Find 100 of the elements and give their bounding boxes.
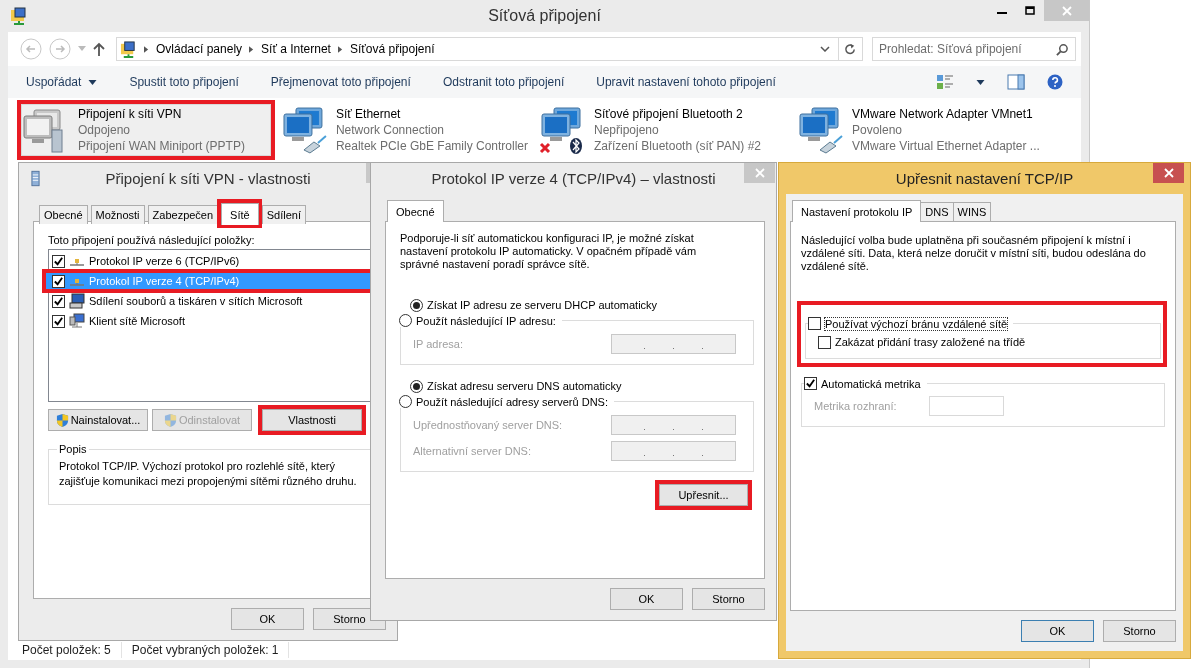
ip-address-field[interactable] xyxy=(611,415,736,435)
dialog-title: Upřesnit nastavení TCP/IP xyxy=(894,170,1075,187)
maximize-icon xyxy=(1025,5,1035,16)
up-arrow-icon[interactable] xyxy=(93,42,105,56)
close-icon xyxy=(1061,5,1072,16)
connection-status: Povoleno xyxy=(852,122,904,138)
close-button[interactable] xyxy=(1153,163,1184,183)
dialog-button[interactable]: OK xyxy=(231,608,304,630)
chevron-icon[interactable] xyxy=(144,45,149,53)
close-icon xyxy=(754,168,765,178)
checkbox[interactable] xyxy=(52,294,65,308)
tab[interactable]: WINS xyxy=(952,202,992,221)
device-name: Připojení WAN Miniport (PPTP) xyxy=(78,138,245,154)
list-item[interactable]: Protokol IP verze 6 (TCP/IPv6) xyxy=(46,253,371,269)
preview-pane-icon[interactable] xyxy=(1007,74,1025,90)
tab[interactable]: Sítě xyxy=(221,203,259,225)
network-folder-icon xyxy=(10,7,28,25)
connection-item[interactable]: Připojení k síti VPN Odpojeno Připojení WAN Miniport (PPTP) xyxy=(21,104,271,156)
toolbar-button[interactable]: Uspořádat xyxy=(18,71,106,93)
checkbox[interactable] xyxy=(52,274,65,288)
advanced-button[interactable]: Upřesnit... xyxy=(659,484,748,506)
connection-item[interactable]: Síť Ethernet Network Connection Realtek PCIe GbE Family Controller xyxy=(279,104,529,156)
tab[interactable]: Nastavení protokolu IP xyxy=(792,200,922,222)
intro-text: Podporuje-li síť automatickou konfiguraci IP, je možné získat nastavení protokolu IP automaticky. V opačném případě vám správné nastavení poradí správce sítě. xyxy=(400,232,698,271)
caret-icon xyxy=(88,79,98,85)
chevron-down-icon[interactable] xyxy=(820,46,830,52)
connection-name: Připojení k síti VPN xyxy=(78,106,183,122)
toolbar-button[interactable]: Přejmenovat toto připojení xyxy=(262,71,419,93)
connection-name: Síťové připojení Bluetooth 2 xyxy=(594,106,744,122)
connection-status: Odpojeno xyxy=(78,122,132,138)
checkbox[interactable] xyxy=(818,335,831,349)
connection-item[interactable]: VMware Network Adapter VMnet1 Povoleno VMware Virtual Ethernet Adapter ... xyxy=(795,104,1045,156)
window-title: Síťová připojení xyxy=(487,7,602,25)
group-title: Popis xyxy=(58,443,88,455)
device-name: Zařízení Bluetooth (síť PAN) #2 xyxy=(594,138,761,154)
radio-label[interactable]: Získat IP adresu ze serveru DHCP automaticky xyxy=(427,299,658,311)
list-item[interactable]: Sdílení souborů a tiskáren v sítích Microsoft xyxy=(46,293,371,309)
dialog-button[interactable]: OK xyxy=(1021,620,1094,642)
input-field[interactable] xyxy=(928,396,1004,416)
breadcrumb[interactable]: Síť a Internet xyxy=(261,42,331,56)
tab[interactable]: Zabezpečen xyxy=(147,205,219,224)
field-label: Metrika rozhraní: xyxy=(814,400,897,412)
device-name: Realtek PCIe GbE Family Controller xyxy=(335,138,528,154)
list-label: Toto připojení používá následující položky: xyxy=(48,234,256,246)
close-icon xyxy=(1163,168,1174,178)
field-label: Upřednostňovaný server DNS: xyxy=(413,419,563,431)
address-field[interactable]: Ovládací panely Síť a Internet Síťová připojení xyxy=(116,37,839,61)
ip-address-field[interactable] xyxy=(611,334,736,354)
radio-label[interactable]: Získat adresu serveru DNS automaticky xyxy=(427,380,622,392)
dialog-button[interactable]: Storno xyxy=(692,588,765,610)
ip-address-field[interactable] xyxy=(611,441,736,461)
radio-label[interactable]: Použít následující adresy serverů DNS: xyxy=(416,395,608,408)
checkbox-label[interactable]: Zakázat přidání trasy založené na třídě xyxy=(835,336,1026,348)
network-client-icon xyxy=(69,313,85,329)
caret-icon[interactable] xyxy=(976,79,985,85)
field-label: Alternativní server DNS: xyxy=(413,445,531,457)
shield-icon xyxy=(55,412,69,428)
intro-text: Následující volba bude uplatněna při současném připojení k místní i vzdálené síti. Data, která nelze doručit v místní síti, budou odeslána do vzdálené sítě. xyxy=(801,234,1147,273)
checkbox[interactable] xyxy=(52,254,65,268)
shield-icon xyxy=(163,412,177,428)
tab[interactable]: Možnosti xyxy=(90,205,145,224)
tab[interactable]: Obecné xyxy=(39,205,88,224)
radio-button[interactable] xyxy=(399,395,412,408)
connection-item[interactable]: Síťové připojení Bluetooth 2 Nepřipojeno Zařízení Bluetooth (síť PAN) #2 xyxy=(537,104,787,156)
search-field[interactable]: Prohledat: Síťová připojení xyxy=(872,37,1076,61)
connection-status: Nepřipojeno xyxy=(594,122,660,138)
push-button[interactable]: Vlastnosti xyxy=(262,409,362,431)
radio-button[interactable] xyxy=(410,298,423,312)
radio-label[interactable]: Použít následující IP adresu: xyxy=(416,314,556,327)
push-button[interactable]: Nainstalovat... xyxy=(48,409,148,431)
tab[interactable]: Sdílení xyxy=(261,205,306,224)
dialog-button[interactable]: OK xyxy=(610,588,683,610)
list-item[interactable]: Klient sítě Microsoft xyxy=(46,313,371,329)
chevron-icon[interactable] xyxy=(249,45,255,53)
dialog-button[interactable]: Storno xyxy=(1103,620,1176,642)
toolbar-button[interactable]: Odstranit toto připojení xyxy=(434,71,573,93)
help-icon[interactable] xyxy=(1047,74,1063,90)
field-label: IP adresa: xyxy=(413,338,463,350)
checkbox[interactable] xyxy=(804,377,817,390)
checkbox[interactable] xyxy=(52,314,65,328)
checkbox-label[interactable]: Používat výchozí bránu vzdálené sítě xyxy=(825,317,1008,330)
radio-button[interactable] xyxy=(399,314,412,327)
toolbar-button[interactable]: Upravit nastavení tohoto připojení xyxy=(588,71,784,93)
checkbox[interactable] xyxy=(808,317,821,330)
dialog-title: Připojení k síti VPN - vlastnosti xyxy=(104,170,312,187)
checkbox-label[interactable]: Automatická metrika xyxy=(821,377,921,390)
device-name: VMware Virtual Ethernet Adapter ... xyxy=(852,138,1040,154)
dialog-title: Protokol IP verze 4 (TCP/IPv4) – vlastnosti xyxy=(430,170,717,187)
minimize-icon xyxy=(997,12,1007,14)
chevron-icon[interactable] xyxy=(337,45,343,53)
breadcrumb[interactable]: Síťová připojení xyxy=(349,42,435,56)
view-options-icon[interactable] xyxy=(936,74,954,90)
breadcrumb[interactable]: Ovládací panely xyxy=(156,42,243,56)
refresh-button[interactable] xyxy=(839,37,863,61)
status-text: Počet vybraných položek: 1 xyxy=(131,643,279,657)
refresh-icon xyxy=(844,42,857,56)
connection-name: Síť Ethernet xyxy=(335,106,402,122)
tab[interactable]: Obecné xyxy=(387,200,444,222)
radio-button[interactable] xyxy=(410,379,423,393)
toolbar-button[interactable]: Spustit toto připojení xyxy=(121,71,247,93)
